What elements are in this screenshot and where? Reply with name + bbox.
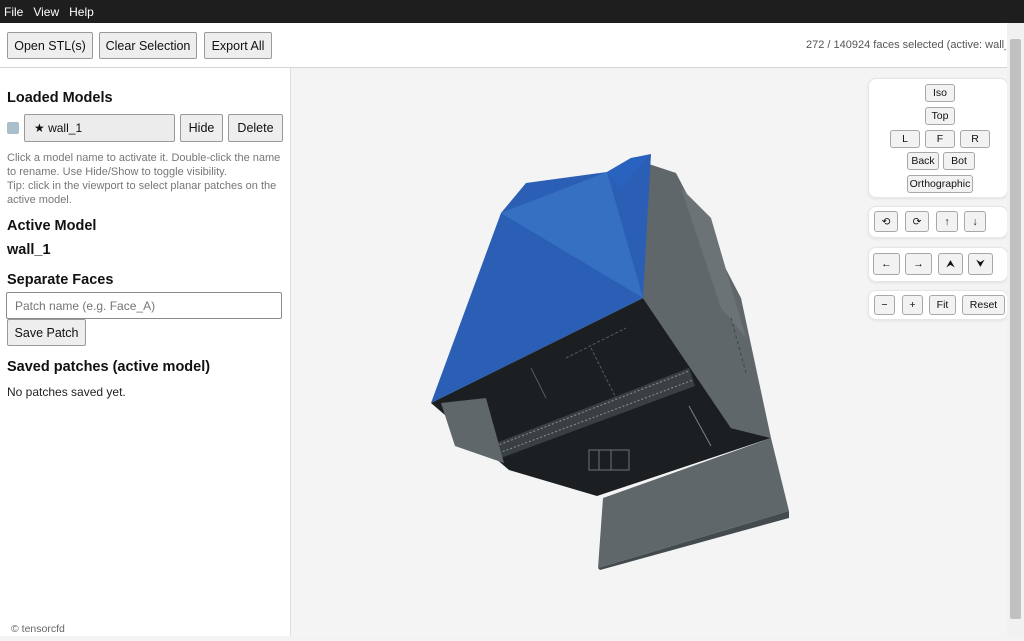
active-model-name: wall_1 — [7, 242, 51, 258]
pan-panel: ← → ⮝ ⮟ — [868, 247, 1008, 282]
view-right-button[interactable]: R — [960, 130, 990, 148]
footer-credit: © tensorcfd — [11, 623, 65, 635]
tilt-up-icon[interactable]: ↑ — [936, 211, 958, 232]
export-all-button[interactable]: Export All — [204, 32, 272, 59]
view-iso-button[interactable]: Iso — [925, 84, 955, 102]
loaded-models-heading: Loaded Models — [7, 90, 113, 106]
pan-left-icon[interactable]: ← — [873, 253, 900, 275]
zoom-in-icon[interactable]: + — [902, 295, 923, 315]
zoom-out-icon[interactable]: − — [874, 295, 895, 315]
clear-selection-button[interactable]: Clear Selection — [99, 32, 197, 59]
active-model-heading: Active Model — [7, 218, 97, 234]
orthographic-toggle-button[interactable]: Orthographic — [907, 175, 973, 193]
toolbar: Open STL(s) Clear Selection Export All 2… — [0, 23, 1008, 68]
view-bottom-button[interactable]: Bot — [943, 152, 975, 170]
scrollbar-thumb[interactable] — [1010, 39, 1021, 619]
page-scrollbar[interactable] — [1007, 23, 1024, 636]
view-orientation-panel: Iso Top L F R Back Bot Orthographic — [868, 78, 1008, 198]
menu-file[interactable]: File — [4, 5, 23, 19]
view-front-button[interactable]: F — [925, 130, 955, 148]
pan-up-icon[interactable]: ⮝ — [938, 253, 963, 275]
model-name-button[interactable]: ★ wall_1 — [24, 114, 175, 142]
zoom-panel: − + Fit Reset — [868, 290, 1008, 320]
view-left-button[interactable]: L — [890, 130, 920, 148]
saved-patches-heading: Saved patches (active model) — [7, 359, 211, 375]
no-patches-text: No patches saved yet. — [7, 385, 126, 399]
tip-text: Tip: click in the viewport to select pla… — [7, 180, 277, 206]
separate-faces-heading: Separate Faces — [7, 272, 114, 288]
rotate-cw-icon[interactable]: ⟳ — [905, 211, 929, 232]
help-text: Click a model name to activate it. Doubl… — [7, 152, 281, 178]
delete-model-button[interactable]: Delete — [228, 114, 283, 142]
reset-view-button[interactable]: Reset — [962, 295, 1005, 315]
view-back-button[interactable]: Back — [907, 152, 939, 170]
rotate-panel: ⟲ ⟳ ↑ ↓ — [868, 206, 1008, 238]
selection-status: 272 / 140924 faces selected (active: wal… — [806, 39, 1006, 51]
hide-model-button[interactable]: Hide — [180, 114, 223, 142]
3d-viewport[interactable]: Iso Top L F R Back Bot Orthographic ⟲ ⟳ … — [291, 68, 1008, 636]
rotate-ccw-icon[interactable]: ⟲ — [874, 211, 898, 232]
pan-right-icon[interactable]: → — [905, 253, 932, 275]
view-top-button[interactable]: Top — [925, 107, 955, 125]
menu-bar: File View Help — [0, 0, 1024, 23]
open-stl-button[interactable]: Open STL(s) — [7, 32, 93, 59]
menu-help[interactable]: Help — [69, 5, 94, 19]
patch-name-input[interactable] — [6, 292, 282, 319]
tilt-down-icon[interactable]: ↓ — [964, 211, 986, 232]
save-patch-button[interactable]: Save Patch — [7, 319, 86, 346]
pan-down-icon[interactable]: ⮟ — [968, 253, 993, 275]
sidebar: Loaded Models ★ wall_1 Hide Delete Click… — [0, 68, 291, 636]
menu-view[interactable]: View — [33, 5, 59, 19]
fit-view-button[interactable]: Fit — [929, 295, 956, 315]
model-color-swatch[interactable] — [7, 122, 19, 134]
